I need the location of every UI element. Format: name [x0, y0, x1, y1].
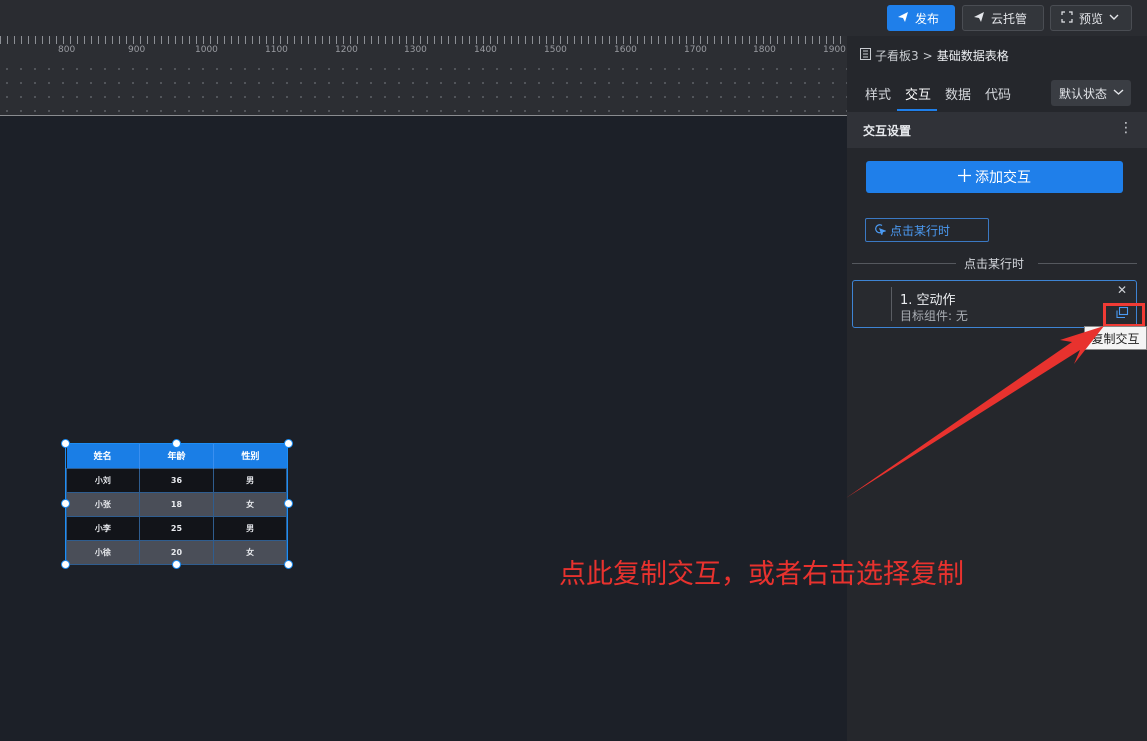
ruler-label: 1400 [474, 45, 497, 55]
add-interaction-label: 添加交互 [975, 170, 1031, 186]
table-row[interactable]: 小张 18 女 [66, 491, 287, 517]
publish-button[interactable]: 发布 [887, 5, 955, 31]
preview-button[interactable]: 预览 [1050, 5, 1132, 31]
send-icon [897, 11, 909, 26]
annotation-text: 点此复制交互，或者右击选择复制 [559, 559, 964, 590]
table-row[interactable]: 小李 25 男 [66, 515, 287, 541]
chevron-down-icon [1113, 86, 1124, 100]
active-tab-indicator [897, 109, 937, 111]
table-cell: 25 [138, 515, 215, 541]
resize-handle[interactable] [284, 439, 293, 448]
table-header-cell: 姓名 [66, 444, 140, 468]
tab-interaction[interactable]: 交互 [905, 84, 931, 103]
table-cell: 小徐 [66, 539, 140, 565]
copy-tooltip: 复制交互 [1084, 326, 1147, 350]
publish-label: 发布 [915, 11, 940, 26]
event-trigger-tag[interactable]: 点击某行时 [865, 218, 989, 242]
table-cell: 女 [213, 491, 287, 517]
table-cell: 女 [213, 539, 287, 565]
breadcrumb: 子看板3 > 基础数据表格 [860, 47, 1009, 64]
resize-handle[interactable] [284, 499, 293, 508]
horizontal-ruler: 800 900 1000 1100 1200 1300 1400 1500 16… [0, 36, 847, 116]
table-cell: 小李 [66, 515, 140, 541]
divider-label: 点击某行时 [964, 257, 1025, 271]
ruler-label: 1800 [753, 45, 776, 55]
highlight-box [1103, 303, 1145, 327]
plus-icon [958, 168, 971, 186]
table-cell: 小刘 [66, 467, 140, 493]
click-cursor-icon [874, 223, 887, 238]
ruler-label: 1700 [684, 45, 707, 55]
ruler-dot-grid [0, 62, 847, 115]
action-target: 目标组件: 无 [900, 309, 968, 323]
more-options-icon[interactable]: ⋮ [1119, 120, 1133, 136]
resize-handle[interactable] [61, 499, 70, 508]
action-title: 1. 空动作 [900, 293, 956, 308]
chevron-down-icon [1109, 11, 1119, 25]
tab-data[interactable]: 数据 [945, 84, 971, 103]
fullscreen-icon [1061, 10, 1073, 26]
resize-handle[interactable] [61, 439, 70, 448]
data-table-widget[interactable]: 姓名 年龄 性别 小刘 36 男 小张 18 女 小李 25 男 小徐 20 女 [65, 443, 288, 565]
table-cell: 男 [213, 467, 287, 493]
breadcrumb-current: 基础数据表格 [936, 49, 1009, 63]
breadcrumb-parent[interactable]: 子看板3 [875, 47, 919, 64]
event-trigger-label: 点击某行时 [890, 223, 951, 238]
state-select[interactable]: 默认状态 [1051, 80, 1131, 106]
event-divider: 点击某行时 [852, 255, 1137, 271]
section-title: 交互设置 [863, 124, 912, 138]
add-interaction-button[interactable]: 添加交互 [866, 161, 1123, 193]
table-row[interactable]: 小刘 36 男 [66, 467, 287, 493]
interaction-settings-header: 交互设置 ⋮ [847, 112, 1147, 148]
table-header-cell: 性别 [213, 444, 287, 468]
card-divider [891, 287, 892, 321]
tab-code[interactable]: 代码 [985, 84, 1011, 103]
ruler-label: 1000 [195, 45, 218, 55]
board-icon [860, 48, 871, 63]
table-cell: 18 [138, 491, 215, 517]
resize-handle[interactable] [172, 439, 181, 448]
top-bar: 发布 云托管 预览 [0, 0, 1147, 36]
table-cell: 男 [213, 515, 287, 541]
preview-label: 预览 [1079, 11, 1104, 26]
send-icon [973, 11, 985, 26]
divider-line [852, 263, 956, 264]
table-cell: 36 [138, 467, 215, 493]
panel-tabs: 样式 交互 数据 代码 默认状态 [847, 76, 1147, 112]
close-icon[interactable]: ✕ [1117, 283, 1127, 297]
resize-handle[interactable] [61, 560, 70, 569]
action-card[interactable]: 1. 空动作 目标组件: 无 ✕ [852, 280, 1137, 328]
tab-style[interactable]: 样式 [865, 84, 891, 103]
cloud-hosting-button[interactable]: 云托管 [962, 5, 1044, 31]
editor-canvas[interactable] [0, 117, 847, 741]
state-select-value: 默认状态 [1059, 86, 1108, 101]
cloud-label: 云托管 [991, 11, 1028, 26]
divider-line [1038, 263, 1137, 264]
ruler-label: 1900 [823, 45, 846, 55]
properties-panel: 子看板3 > 基础数据表格 样式 交互 数据 代码 默认状态 交互设置 ⋮ 添加… [847, 36, 1147, 741]
data-table: 姓名 年龄 性别 小刘 36 男 小张 18 女 小李 25 男 小徐 20 女 [66, 444, 287, 565]
ruler-label: 800 [58, 45, 76, 55]
ruler-label: 1300 [404, 45, 427, 55]
ruler-label: 1600 [614, 45, 637, 55]
ruler-label: 1200 [335, 45, 358, 55]
ruler-label: 900 [128, 45, 146, 55]
resize-handle[interactable] [172, 560, 181, 569]
ruler-label: 1100 [265, 45, 288, 55]
ruler-ticks [0, 36, 847, 44]
table-cell: 小张 [66, 491, 140, 517]
resize-handle[interactable] [284, 560, 293, 569]
breadcrumb-separator: > [922, 48, 933, 63]
ruler-label: 1500 [544, 45, 567, 55]
